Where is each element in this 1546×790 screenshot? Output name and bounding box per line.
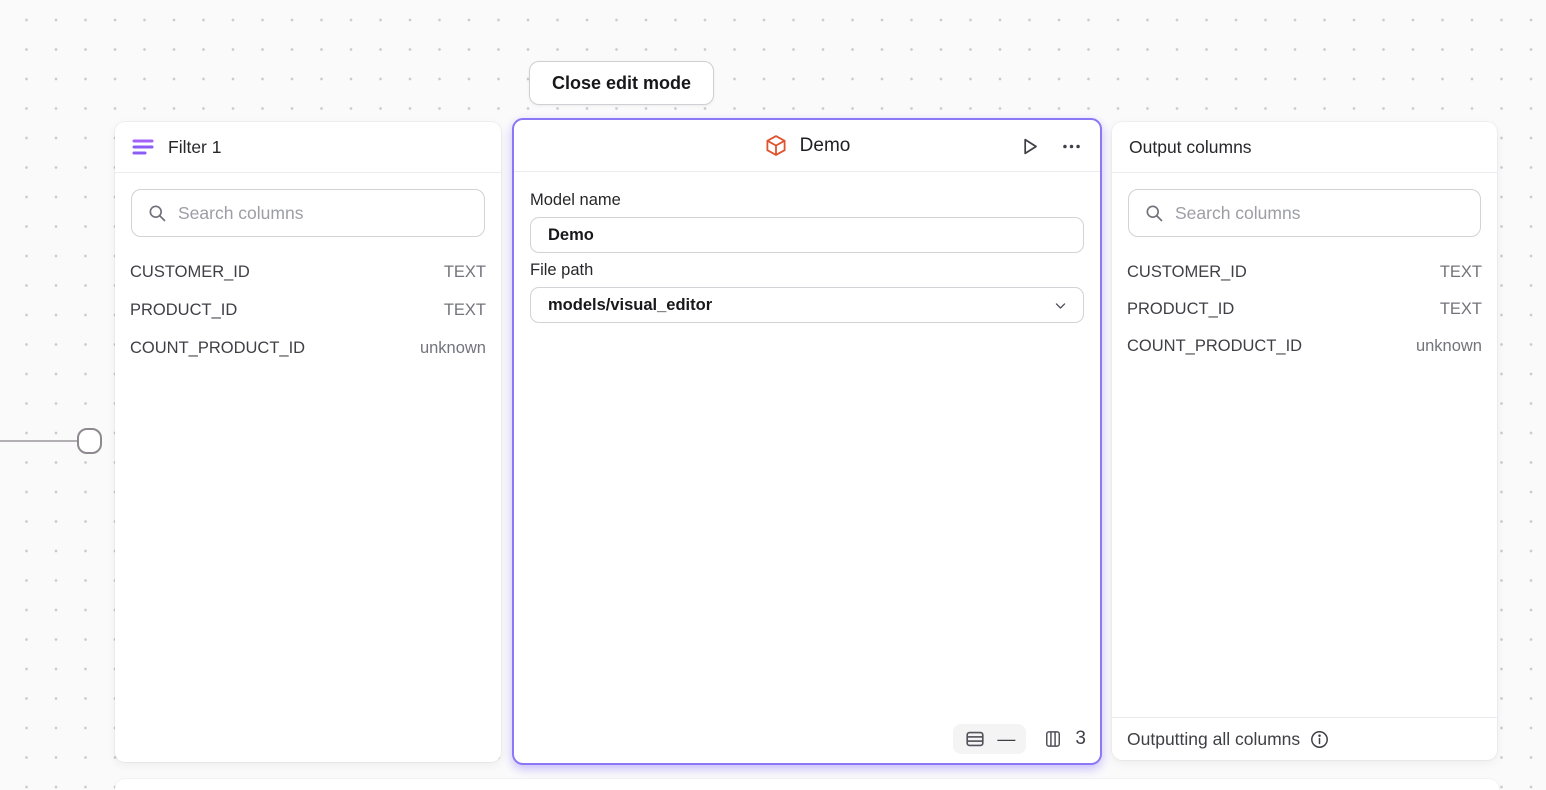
file-path-label: File path [530, 261, 1084, 280]
search-icon [147, 203, 167, 223]
column-name: CUSTOMER_ID [1127, 261, 1247, 283]
filter-panel-header[interactable]: Filter 1 [115, 122, 501, 173]
column-type: unknown [1416, 335, 1482, 357]
column-type: TEXT [444, 261, 486, 283]
column-type: TEXT [444, 299, 486, 321]
column-row[interactable]: PRODUCT_ID TEXT [115, 291, 501, 329]
play-icon [1018, 135, 1041, 158]
output-column-list: CUSTOMER_ID TEXT PRODUCT_ID TEXT COUNT_P… [1112, 253, 1497, 364]
output-panel-title: Output columns [1129, 137, 1252, 158]
connection-handle[interactable] [77, 428, 102, 454]
column-row[interactable]: CUSTOMER_ID TEXT [115, 253, 501, 291]
table-rows-icon [964, 728, 986, 750]
column-type: unknown [420, 337, 486, 359]
close-edit-mode-button[interactable]: Close edit mode [529, 61, 714, 105]
bottom-panel [115, 779, 1499, 790]
ellipsis-icon [1061, 136, 1082, 157]
output-footer-text: Outputting all columns [1127, 729, 1300, 750]
column-count-control[interactable]: 3 [1043, 728, 1086, 750]
column-row[interactable]: CUSTOMER_ID TEXT [1112, 253, 1497, 290]
more-options-button[interactable] [1061, 136, 1082, 157]
run-model-button[interactable] [1018, 135, 1041, 158]
model-name-label: Model name [530, 191, 1084, 210]
output-columns-panel: Output columns CUSTOMER_ID TEXT PRODUCT_… [1112, 122, 1497, 760]
model-panel-title: Demo [800, 135, 851, 157]
column-name: CUSTOMER_ID [130, 261, 250, 283]
model-cube-icon [764, 133, 788, 158]
model-panel-footer: — 3 [953, 724, 1086, 754]
output-panel-header: Output columns [1112, 122, 1497, 173]
table-columns-icon [1043, 728, 1063, 750]
filter-panel-title: Filter 1 [168, 137, 221, 158]
row-count-control[interactable]: — [953, 724, 1026, 754]
model-panel-body: Model name File path models/visual_edito… [514, 172, 1100, 323]
search-icon [1144, 203, 1164, 223]
column-row[interactable]: PRODUCT_ID TEXT [1112, 290, 1497, 327]
column-type: TEXT [1440, 261, 1482, 283]
column-name: COUNT_PRODUCT_ID [1127, 335, 1302, 357]
filter-search-input[interactable] [178, 203, 469, 224]
file-path-value: models/visual_editor [548, 296, 712, 315]
filter-icon [132, 138, 154, 156]
filter-search-box [131, 189, 485, 237]
model-panel-actions [1018, 120, 1082, 172]
info-icon[interactable] [1309, 729, 1330, 750]
output-search-box [1128, 189, 1481, 237]
model-node-panel-selected: Demo Model name File path [512, 118, 1102, 765]
filter-node-panel: Filter 1 CUSTOMER_ID TEXT PRODUCT_ID TEX… [115, 122, 501, 762]
column-row[interactable]: COUNT_PRODUCT_ID unknown [115, 329, 501, 367]
row-count-value: — [997, 729, 1015, 749]
column-name: PRODUCT_ID [1127, 298, 1234, 320]
chevron-down-icon [1053, 298, 1068, 313]
column-name: COUNT_PRODUCT_ID [130, 337, 305, 359]
column-name: PRODUCT_ID [130, 299, 237, 321]
column-count-value: 3 [1075, 728, 1086, 750]
column-type: TEXT [1440, 298, 1482, 320]
connection-edge [0, 440, 78, 442]
file-path-select[interactable]: models/visual_editor [530, 287, 1084, 323]
column-row[interactable]: COUNT_PRODUCT_ID unknown [1112, 327, 1497, 364]
model-panel-header[interactable]: Demo [514, 120, 1100, 172]
filter-column-list: CUSTOMER_ID TEXT PRODUCT_ID TEXT COUNT_P… [115, 253, 501, 367]
model-name-input[interactable] [530, 217, 1084, 253]
output-search-input[interactable] [1175, 203, 1465, 224]
output-panel-footer: Outputting all columns [1112, 717, 1497, 760]
